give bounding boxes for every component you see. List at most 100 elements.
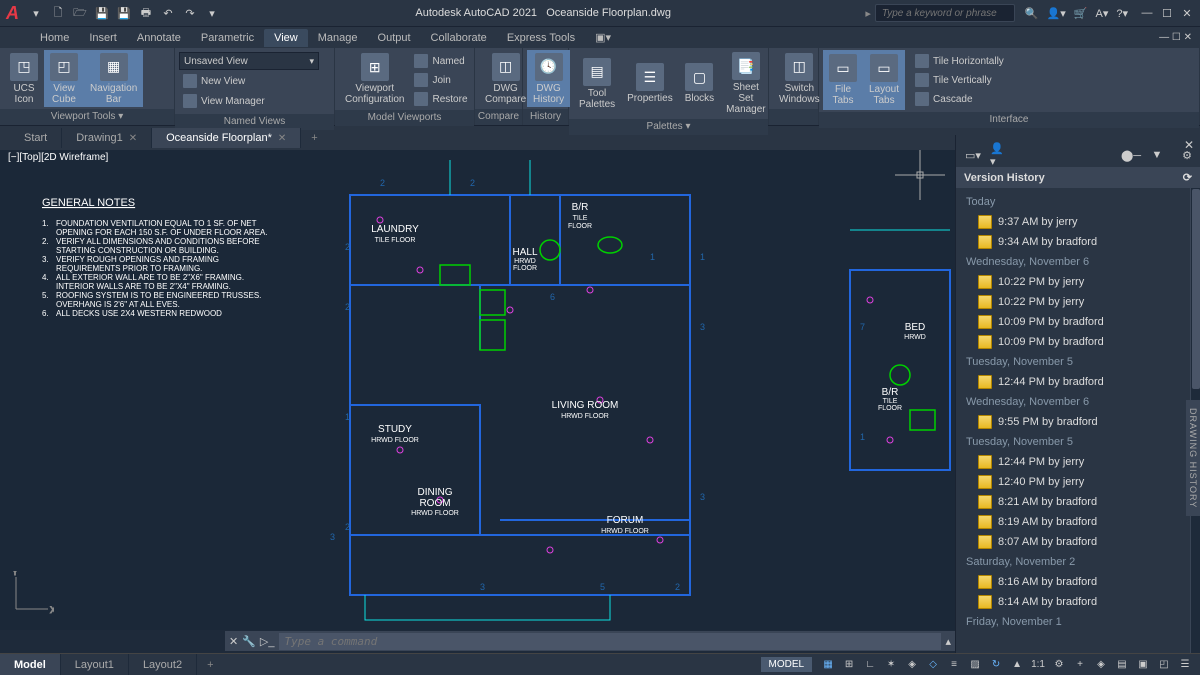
cascade-button[interactable]: Cascade [911, 90, 1008, 108]
app-switcher-icon[interactable]: A▾ [1096, 7, 1109, 20]
drawing-history-tab[interactable]: DRAWING HISTORY [1186, 400, 1200, 516]
layout-tabs-button[interactable]: ▭Layout Tabs [863, 50, 905, 110]
layout-tab-model[interactable]: Model [0, 654, 61, 675]
tab-collaborate[interactable]: Collaborate [421, 29, 497, 47]
selection-cycling-icon[interactable]: ↻ [987, 657, 1005, 673]
polar-icon[interactable]: ✶ [882, 657, 900, 673]
version-item[interactable]: 9:37 AM by jerry [956, 212, 1190, 232]
vp-join-button[interactable]: Join [410, 71, 471, 89]
hardware-accel-icon[interactable]: ▣ [1134, 657, 1152, 673]
cart-icon[interactable]: 🛒 [1074, 7, 1088, 20]
close-icon[interactable]: ✕ [129, 133, 137, 144]
search-icon[interactable]: 🔍 [1025, 7, 1039, 20]
palette-settings-icon[interactable]: ⚙ [1178, 146, 1196, 164]
blocks-button[interactable]: ▢Blocks [679, 50, 720, 117]
panel-title-viewport[interactable]: Viewport Tools ▾ [0, 109, 174, 125]
vp-restore-button[interactable]: Restore [410, 90, 471, 108]
tile-vertical-button[interactable]: Tile Vertically [911, 71, 1008, 89]
doc-close-icon[interactable]: — ☐ ✕ [1159, 32, 1192, 43]
layout-tab-2[interactable]: Layout2 [129, 654, 197, 675]
version-list[interactable]: Today9:37 AM by jerry9:34 AM by bradford… [956, 188, 1190, 653]
command-input[interactable] [279, 633, 942, 650]
version-item[interactable]: 8:19 AM by bradford [956, 512, 1190, 532]
vp-named-button[interactable]: Named [410, 52, 471, 70]
version-item[interactable]: 9:34 AM by bradford [956, 232, 1190, 252]
plus-icon[interactable]: + [1071, 657, 1089, 673]
cmd-cross-icon[interactable]: ✕ [229, 635, 238, 648]
view-manager-button[interactable]: View Manager [179, 92, 330, 110]
close-button[interactable]: ✕ [1180, 6, 1194, 20]
version-item[interactable]: 8:21 AM by bradford [956, 492, 1190, 512]
scale-label[interactable]: 1:1 [1029, 657, 1047, 673]
version-item[interactable]: 8:14 AM by bradford [956, 592, 1190, 612]
refresh-icon[interactable]: ⟳ [1183, 171, 1192, 184]
file-tabs-button[interactable]: ▭File Tabs [823, 50, 863, 110]
undo-icon[interactable]: ↶ [159, 4, 177, 22]
cmd-wrench-icon[interactable]: 🔧 [242, 635, 256, 648]
tab-express-tools[interactable]: Express Tools [497, 29, 585, 47]
version-item[interactable]: 12:44 PM by jerry [956, 452, 1190, 472]
doctab-start[interactable]: Start [10, 128, 62, 148]
lineweight-icon[interactable]: ≡ [945, 657, 963, 673]
grid-icon[interactable]: ▦ [819, 657, 837, 673]
osnap-icon[interactable]: ◇ [924, 657, 942, 673]
sheet-set-button[interactable]: 📑Sheet Set Manager [720, 50, 771, 117]
user-filter-icon[interactable]: 👤▾ [990, 146, 1008, 164]
model-space-badge[interactable]: MODEL [761, 657, 813, 672]
customize-icon[interactable]: ☰ [1176, 657, 1194, 673]
signin-icon[interactable]: 👤▾ [1047, 7, 1066, 20]
minimize-button[interactable]: — [1140, 6, 1154, 20]
filter-icon[interactable]: ▼ [1148, 146, 1166, 164]
clean-screen-icon[interactable]: ◰ [1155, 657, 1173, 673]
storage-filter-icon[interactable]: ▭▾ [964, 146, 982, 164]
plot-icon[interactable]: 🖶 [137, 4, 155, 22]
viewport-config-button[interactable]: ⊞Viewport Configuration [339, 50, 410, 108]
layout-tab-1[interactable]: Layout1 [61, 654, 129, 675]
tab-focus-icon[interactable]: ▣▾ [585, 28, 621, 47]
isolate-icon[interactable]: ▤ [1113, 657, 1131, 673]
redo-icon[interactable]: ↷ [181, 4, 199, 22]
maximize-button[interactable]: ☐ [1160, 6, 1174, 20]
tab-parametric[interactable]: Parametric [191, 29, 264, 47]
navigation-bar-button[interactable]: ▦Navigation Bar [84, 50, 143, 107]
scroll-thumb[interactable] [1192, 189, 1200, 389]
doctab-oceanside[interactable]: Oceanside Floorplan*✕ [152, 128, 301, 148]
menu-dropdown-icon[interactable]: ▾ [27, 4, 45, 22]
layout-add-button[interactable]: + [197, 654, 223, 675]
gear-icon[interactable]: ⚙ [1050, 657, 1068, 673]
tab-output[interactable]: Output [368, 29, 421, 47]
open-icon[interactable]: 🗁 [71, 4, 89, 22]
workspace-icon[interactable]: ◈ [1092, 657, 1110, 673]
version-item[interactable]: 12:40 PM by jerry [956, 472, 1190, 492]
properties-button[interactable]: ☰Properties [621, 50, 679, 117]
unsaved-view-combo[interactable]: Unsaved View [179, 52, 319, 70]
new-view-button[interactable]: New View [179, 72, 330, 90]
tab-annotate[interactable]: Annotate [127, 29, 191, 47]
drawing-canvas[interactable]: GENERAL NOTES 1. FOUNDATION VENTILATION … [0, 150, 955, 630]
version-item[interactable]: 12:44 PM by bradford [956, 372, 1190, 392]
ucs-icon[interactable]: YX [8, 571, 54, 620]
transparency-icon[interactable]: ▨ [966, 657, 984, 673]
close-icon[interactable]: ✕ [278, 133, 286, 144]
tab-home[interactable]: Home [30, 29, 79, 47]
new-tab-button[interactable]: + [301, 128, 327, 148]
version-item[interactable]: 10:22 PM by jerry [956, 272, 1190, 292]
saveas-icon[interactable]: 💾 [115, 4, 133, 22]
version-item[interactable]: 10:09 PM by bradford [956, 312, 1190, 332]
version-item[interactable]: 8:16 AM by bradford [956, 572, 1190, 592]
ortho-icon[interactable]: ∟ [861, 657, 879, 673]
qat-more-icon[interactable]: ▾ [203, 4, 221, 22]
tab-insert[interactable]: Insert [79, 29, 127, 47]
doctab-drawing1[interactable]: Drawing1✕ [62, 128, 152, 148]
cmd-expand-icon[interactable]: ▴ [945, 635, 951, 648]
tile-horizontal-button[interactable]: Tile Horizontally [911, 52, 1008, 70]
tool-palettes-button[interactable]: ▤Tool Palettes [573, 50, 621, 117]
panel-title-palettes[interactable]: Palettes ▾ [569, 119, 768, 135]
annotation-icon[interactable]: ▲ [1008, 657, 1026, 673]
viewport-label[interactable]: [−][Top][2D Wireframe] [8, 152, 108, 163]
search-input[interactable] [875, 4, 1015, 22]
help-icon[interactable]: ?▾ [1116, 7, 1128, 20]
slider-icon[interactable]: ⬤─ [1122, 146, 1140, 164]
tab-manage[interactable]: Manage [308, 29, 368, 47]
new-icon[interactable]: 🗋 [49, 4, 67, 22]
